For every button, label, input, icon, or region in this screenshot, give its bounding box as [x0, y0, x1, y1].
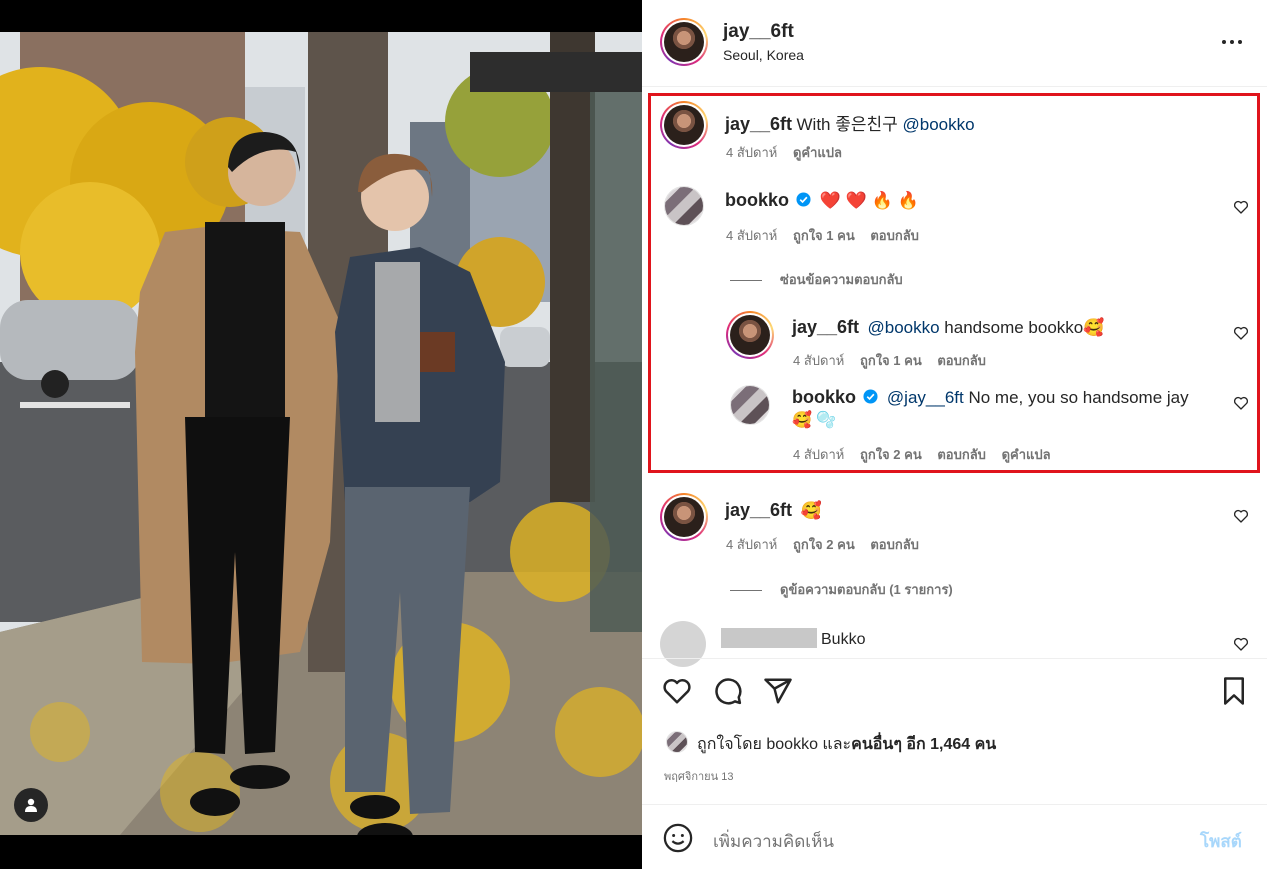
comment-1-reply-button[interactable]: ตอบกลับ	[870, 228, 919, 243]
reply-1-username[interactable]: jay__6ft	[792, 317, 859, 337]
reply-2-meta: 4 สัปดาห์ ถูกใจ 2 คน ตอบกลับ ดูคำแปล	[793, 444, 1051, 465]
reply-1-time[interactable]: 4 สัปดาห์	[793, 353, 844, 368]
comment-1: bookko ❤️ ❤️ 🔥 🔥	[725, 190, 919, 211]
comment-2-text: 🥰	[800, 501, 822, 520]
comment-3-text: Bukko	[821, 631, 866, 648]
reply-1-meta: 4 สัปดาห์ ถูกใจ 1 คน ตอบกลับ	[793, 350, 986, 371]
comment-3: Bukko	[721, 628, 865, 649]
comment-1-meta: 4 สัปดาห์ ถูกใจ 1 คน ตอบกลับ	[726, 225, 919, 246]
reply-1-avatar[interactable]	[726, 311, 774, 359]
post-photo[interactable]	[0, 32, 642, 835]
comment-input[interactable]: เพิ่มความคิดเห็น	[713, 828, 834, 855]
reply-2-text: No me, you so handsome jay	[963, 388, 1189, 407]
likes-user[interactable]: bookko	[766, 736, 818, 753]
comment-2-meta: 4 สัปดาห์ ถูกใจ 2 คน ตอบกลับ	[726, 534, 919, 555]
comment-2-like-icon[interactable]	[1233, 508, 1249, 524]
reply-2-reply-button[interactable]: ตอบกลับ	[937, 447, 986, 462]
caption-translate-button[interactable]: ดูคำแปล	[793, 145, 842, 160]
reply-2: bookko @jay__6ft No me, you so handsome …	[792, 387, 1189, 408]
photo-illustration	[0, 32, 642, 835]
reply-1-mention[interactable]: @bookko	[868, 318, 940, 337]
likes-summary: ถูกใจโดย bookko และคนอื่นๆ อีก 1,464 คน	[697, 732, 996, 757]
comment-2-reply-button[interactable]: ตอบกลับ	[870, 537, 919, 552]
reply-1-reply-button[interactable]: ตอบกลับ	[937, 353, 986, 368]
share-icon[interactable]	[763, 676, 793, 706]
verified-badge-icon	[863, 389, 878, 404]
comment-3-like-icon[interactable]	[1233, 636, 1249, 652]
post-location[interactable]: Seoul, Korea	[723, 47, 804, 63]
caption-text: With 좋은친구	[796, 115, 903, 134]
emoji-icon[interactable]	[663, 823, 693, 853]
caption-avatar[interactable]	[660, 101, 708, 149]
comment-1-username[interactable]: bookko	[725, 190, 789, 210]
reply-2-mention[interactable]: @jay__6ft	[887, 388, 964, 407]
verified-badge-icon	[796, 192, 811, 207]
reply-2-translate-button[interactable]: ดูคำแปล	[1002, 447, 1051, 462]
reply-2-username[interactable]: bookko	[792, 387, 856, 407]
post-date[interactable]: พฤศจิกายน 13	[664, 767, 733, 785]
comment-2-avatar[interactable]	[660, 493, 708, 541]
caption: jay__6ft With 좋은친구 @bookko	[725, 110, 975, 135]
comment-1-likes[interactable]: ถูกใจ 1 คน	[793, 228, 855, 243]
caption-meta: 4 สัปดาห์ ดูคำแปล	[726, 142, 842, 163]
reply-1-text: handsome bookko🥰	[939, 318, 1105, 337]
comment-1-text: ❤️ ❤️ 🔥 🔥	[819, 191, 919, 210]
actions-divider	[642, 658, 1267, 659]
heart-icon[interactable]	[662, 676, 692, 706]
comment-avatar-bookko[interactable]	[664, 186, 704, 226]
comment-2: jay__6ft 🥰	[725, 500, 822, 521]
comment-2-time[interactable]: 4 สัปดาห์	[726, 537, 777, 552]
user-tag-icon[interactable]	[14, 788, 48, 822]
reply-2-avatar[interactable]	[730, 385, 770, 425]
more-options-icon[interactable]	[1220, 32, 1244, 52]
comment-1-like-icon[interactable]	[1233, 199, 1249, 215]
post-media	[0, 0, 642, 869]
comment-2-toggle-replies[interactable]: ดูข้อความตอบกลับ (1 รายการ)	[730, 579, 953, 600]
likes-avatar[interactable]	[666, 731, 688, 753]
header-divider	[642, 86, 1267, 87]
comment-1-time[interactable]: 4 สัปดาห์	[726, 228, 777, 243]
reply-2-likes[interactable]: ถูกใจ 2 คน	[860, 447, 922, 462]
post-comment-button[interactable]: โพสต์	[1200, 828, 1242, 855]
replies-line	[730, 590, 762, 592]
post-detail-panel: jay__6ft Seoul, Korea jay__6ft With 좋은친구…	[642, 0, 1267, 869]
caption-username[interactable]: jay__6ft	[725, 114, 792, 134]
comment-3-avatar[interactable]	[660, 621, 706, 667]
likes-prefix: ถูกใจโดย	[697, 736, 767, 753]
bookmark-icon[interactable]	[1219, 676, 1249, 706]
comment-icon[interactable]	[713, 676, 743, 706]
reply-1: jay__6ft @bookko handsome bookko🥰	[792, 317, 1104, 338]
comment-1-toggle-replies[interactable]: ซ่อนข้อความตอบกลับ	[730, 269, 903, 290]
reply-2-like-icon[interactable]	[1233, 395, 1249, 411]
likes-middle: และ	[817, 736, 852, 753]
hide-replies-label[interactable]: ซ่อนข้อความตอบกลับ	[780, 272, 903, 287]
caption-time[interactable]: 4 สัปดาห์	[726, 145, 777, 160]
comment-2-username[interactable]: jay__6ft	[725, 500, 792, 520]
reply-2-time[interactable]: 4 สัปดาห์	[793, 447, 844, 462]
comment-box-divider	[642, 804, 1267, 805]
likes-others[interactable]: คนอื่นๆ อีก 1,464 คน	[851, 736, 996, 753]
author-username[interactable]: jay__6ft	[723, 21, 794, 43]
reply-1-like-icon[interactable]	[1233, 325, 1249, 341]
reply-1-likes[interactable]: ถูกใจ 1 คน	[860, 353, 922, 368]
author-avatar[interactable]	[660, 18, 708, 66]
replies-line	[730, 280, 762, 282]
reply-2-text-line2: 🥰 🫧	[792, 412, 837, 429]
view-replies-label[interactable]: ดูข้อความตอบกลับ (1 รายการ)	[780, 582, 953, 597]
caption-mention[interactable]: @bookko	[903, 115, 975, 134]
comment-2-likes[interactable]: ถูกใจ 2 คน	[793, 537, 855, 552]
comment-3-username-redacted	[721, 628, 817, 648]
